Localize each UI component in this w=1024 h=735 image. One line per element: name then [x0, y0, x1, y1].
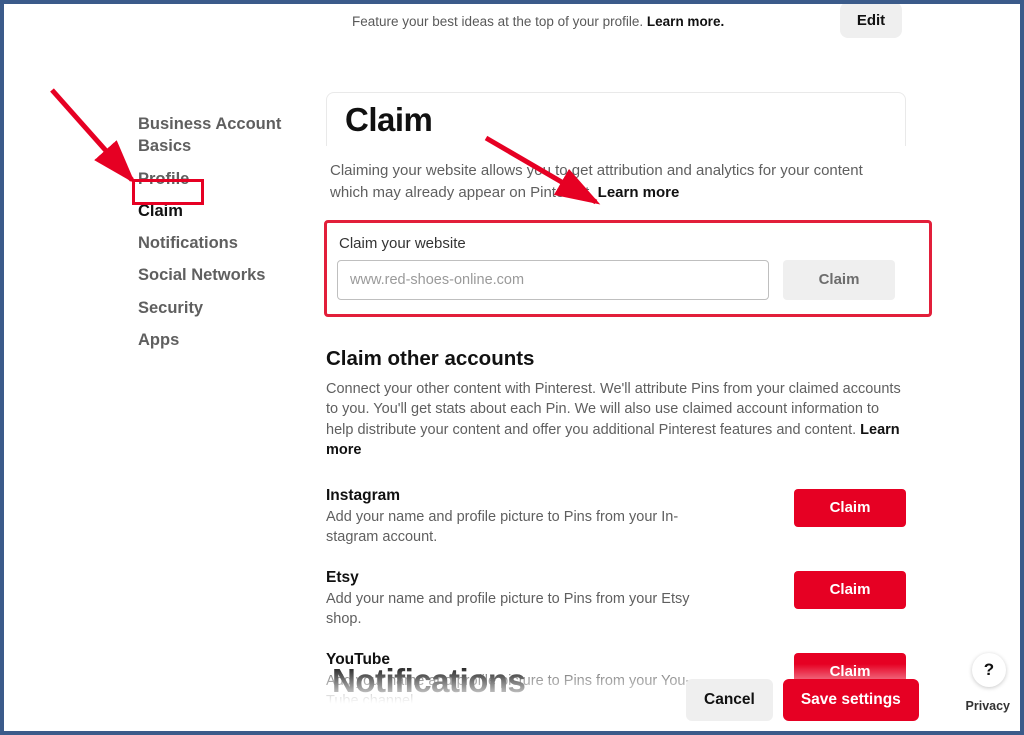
cancel-button[interactable]: Cancel [686, 679, 773, 721]
claim-description: Claiming your website allows you to get … [326, 146, 906, 218]
help-button[interactable]: ? [972, 653, 1006, 687]
website-url-input[interactable] [337, 260, 769, 300]
claim-website-button[interactable]: Claim [783, 260, 895, 300]
sidebar-item-social-networks[interactable]: Social Networks [138, 259, 318, 291]
claim-heading-card: Claim [326, 92, 906, 146]
sidebar-item-notifications[interactable]: Notifications [138, 227, 318, 259]
account-row-instagram: Instagram Add your name and profile pict… [326, 487, 906, 547]
sidebar-item-profile[interactable]: Profile [138, 163, 318, 195]
edit-button[interactable]: Edit [840, 2, 902, 38]
account-name-instagram: Instagram [326, 487, 706, 505]
settings-sidebar: Business Account Basics Profile Claim No… [138, 108, 318, 356]
claim-other-accounts-section: Claim other accounts Connect your other … [326, 347, 906, 711]
sidebar-item-claim[interactable]: Claim [138, 195, 318, 227]
other-accounts-heading: Claim other accounts [326, 347, 906, 371]
sidebar-item-security[interactable]: Security [138, 292, 318, 324]
footer-buttons: Cancel Save settings [686, 679, 919, 721]
claim-heading: Claim [345, 101, 432, 139]
account-row-etsy: Etsy Add your name and profile picture t… [326, 569, 906, 629]
sidebar-item-apps[interactable]: Apps [138, 324, 318, 356]
next-section-heading: Notifications [332, 662, 525, 700]
account-name-etsy: Etsy [326, 569, 706, 587]
featured-desc-text: Feature your best ideas at the top of yo… [352, 14, 647, 29]
other-desc-text: Connect your other content with Pinteres… [326, 381, 901, 438]
claim-website-label: Claim your website [339, 235, 919, 252]
featured-boards-desc: Feature your best ideas at the top of yo… [352, 14, 724, 29]
sidebar-item-business-basics[interactable]: Business Account Basics [138, 108, 318, 163]
claim-desc-text: Claiming your website allows you to get … [330, 162, 863, 201]
privacy-link[interactable]: Privacy [966, 699, 1010, 713]
account-desc-instagram: Add your name and profile picture to Pin… [326, 507, 706, 547]
account-desc-etsy: Add your name and profile picture to Pin… [326, 589, 706, 629]
featured-learn-more-link[interactable]: Learn more. [647, 14, 724, 29]
other-accounts-description: Connect your other content with Pinteres… [326, 379, 906, 461]
featured-boards-strip: Feature your best ideas at the top of yo… [332, 4, 902, 50]
claim-instagram-button[interactable]: Claim [794, 489, 906, 527]
main-content: Claim Claiming your website allows you t… [326, 92, 906, 711]
claim-website-box: Claim your website Claim [324, 220, 932, 317]
claim-etsy-button[interactable]: Claim [794, 571, 906, 609]
save-settings-button[interactable]: Save settings [783, 679, 919, 721]
claim-learn-more-link[interactable]: Learn more [598, 184, 680, 201]
